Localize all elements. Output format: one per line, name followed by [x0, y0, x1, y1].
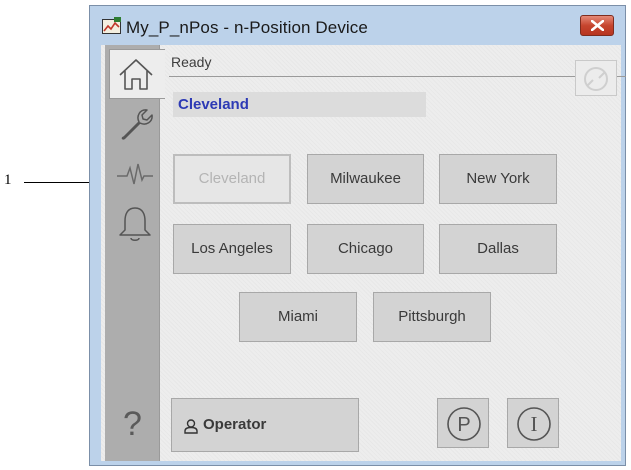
- tab-maintenance[interactable]: [109, 99, 159, 149]
- status-divider-right: [616, 76, 626, 77]
- sidebar: ?: [105, 45, 165, 461]
- status-text: Ready: [171, 54, 212, 70]
- interlock-label: I: [531, 412, 538, 436]
- close-button[interactable]: [580, 15, 614, 36]
- position-button-pittsburgh[interactable]: Pittsburgh: [373, 292, 491, 342]
- interlock-circle-icon: I: [517, 407, 551, 441]
- program-label: P: [457, 414, 470, 436]
- tab-trends[interactable]: [109, 149, 159, 199]
- window-title: My_P_nPos - n-Position Device: [126, 18, 368, 37]
- faceplate-content: ? Ready Cleveland Cleveland Milwaukee Ne…: [101, 45, 626, 461]
- program-mode-button[interactable]: P: [437, 398, 489, 448]
- selected-position-display: Cleveland: [173, 92, 426, 117]
- wrench-icon: [121, 109, 153, 140]
- refresh-icon: [584, 67, 608, 91]
- callout-number: 1: [4, 172, 12, 188]
- position-button-los-angeles[interactable]: Los Angeles: [173, 224, 291, 274]
- help-button[interactable]: ?: [123, 405, 142, 444]
- waveform-icon: [117, 163, 153, 185]
- tab-home[interactable]: [109, 49, 165, 99]
- faceplate-window: My_P_nPos - n-Position Device ? Ready Cl…: [89, 5, 626, 466]
- position-button-miami[interactable]: Miami: [239, 292, 357, 342]
- tab-alarms[interactable]: [109, 199, 159, 249]
- operator-label: Operator: [203, 416, 267, 433]
- close-x-icon: [591, 20, 604, 31]
- app-icon: [102, 17, 121, 34]
- interlock-button[interactable]: I: [507, 398, 559, 448]
- home-icon: [119, 59, 153, 90]
- position-button-milwaukee[interactable]: Milwaukee: [307, 154, 424, 204]
- title-bar[interactable]: My_P_nPos - n-Position Device: [90, 6, 625, 45]
- user-icon: [184, 419, 198, 434]
- position-button-new-york[interactable]: New York: [439, 154, 557, 204]
- position-button-cleveland[interactable]: Cleveland: [173, 154, 291, 204]
- position-button-chicago[interactable]: Chicago: [307, 224, 424, 274]
- program-circle-icon: P: [447, 407, 481, 441]
- refresh-button[interactable]: [575, 60, 617, 96]
- bell-icon: [119, 207, 151, 241]
- status-divider: [169, 76, 579, 77]
- position-button-dallas[interactable]: Dallas: [439, 224, 557, 274]
- operator-button[interactable]: Operator: [171, 398, 359, 452]
